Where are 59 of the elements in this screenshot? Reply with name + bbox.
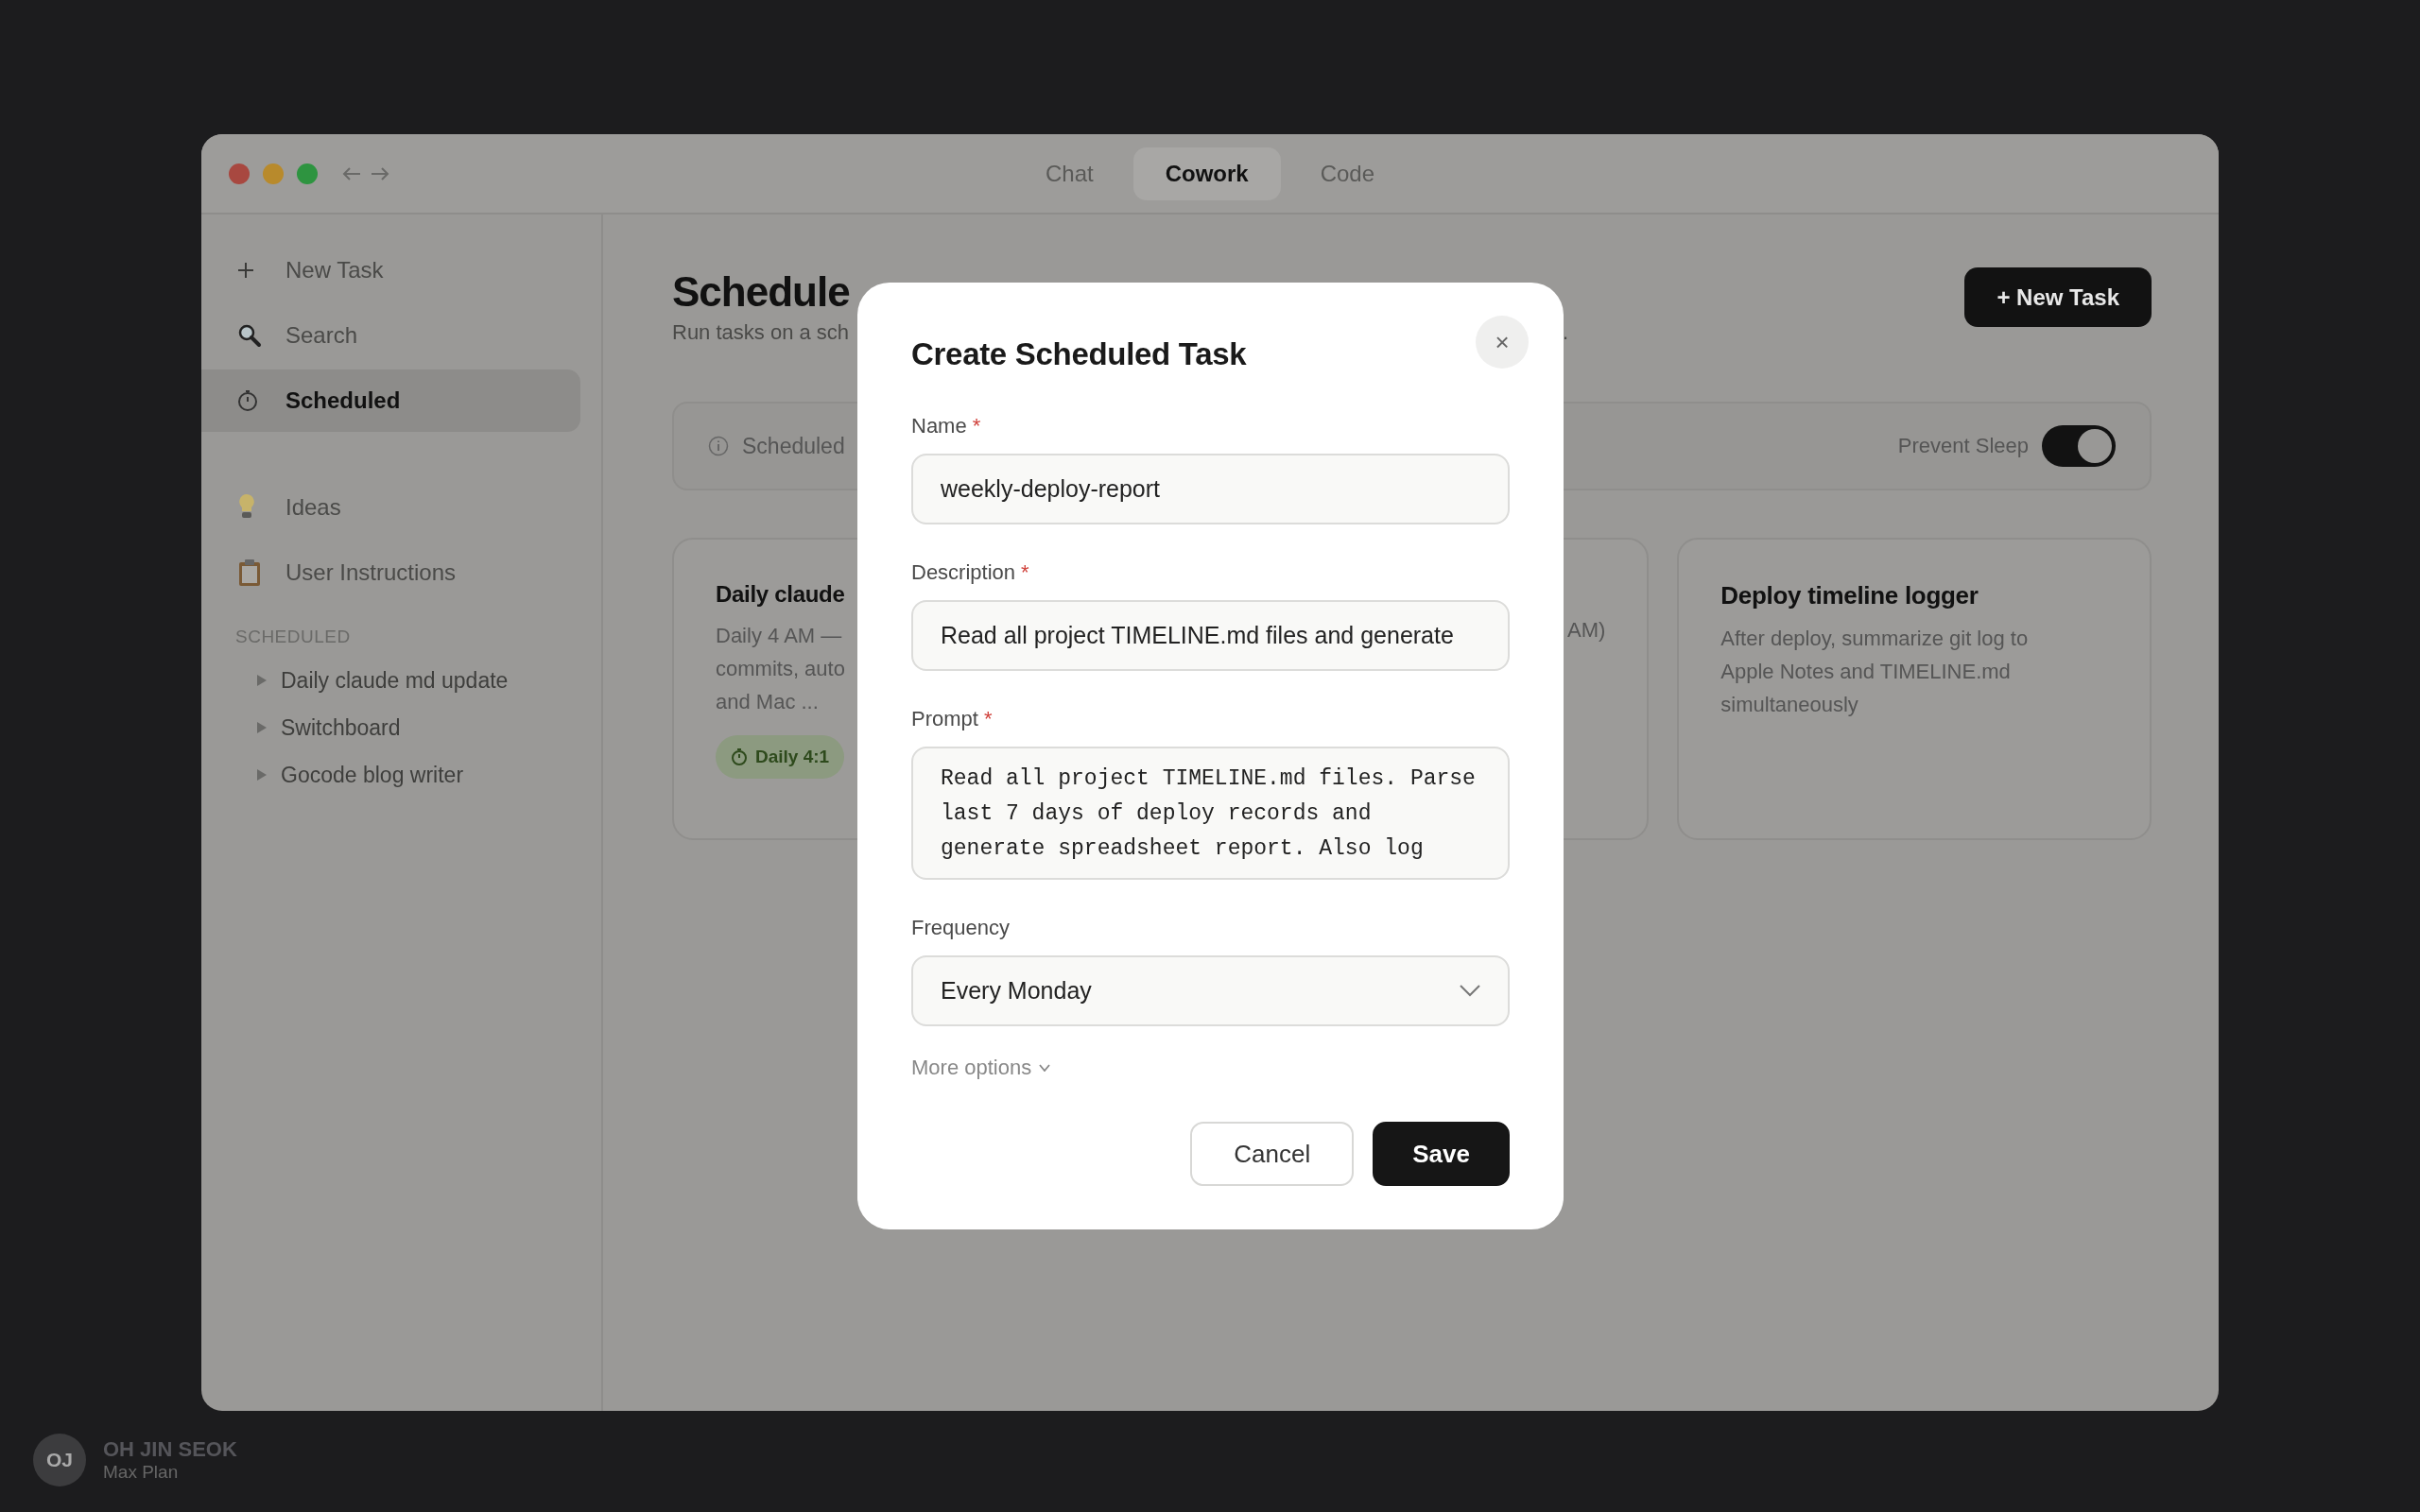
chevron-down-icon [1460,985,1480,997]
minimize-window-button[interactable] [263,163,284,184]
card-description: After deploy, summarize git log to Apple Notes and TIMELINE.md simultaneously [1720,626,2030,718]
sidebar-item[interactable]: Ideas [201,476,580,539]
info-text: Scheduled [742,433,845,459]
field-label: Frequency [911,916,1010,940]
frequency-dropdown[interactable]: Every Monday [911,955,1510,1026]
card-description: AM) [1567,617,1606,644]
avatar[interactable]: OJ [33,1434,86,1486]
close-button[interactable]: × [1476,316,1529,369]
toggle-label: Prevent Sleep [1897,434,2029,458]
magnifier-icon [237,323,262,348]
tree-item[interactable]: Switchboard [201,704,601,751]
tree-item[interactable]: Gocode blog writer [201,751,601,799]
tab[interactable]: Code [1288,147,1408,200]
cancel-button[interactable]: Cancel [1190,1122,1355,1186]
forward-arrow-icon[interactable] [371,165,389,181]
field-label: Prompt [911,707,978,731]
card-description: and Mac ... [716,689,819,715]
back-arrow-icon[interactable] [342,165,361,181]
toggle-switch[interactable] [2042,425,2116,467]
task-card[interactable]: Deploy timeline logger After deploy, summarize git log to Apple Notes and TIMELINE.md simultaneously [1677,538,2152,840]
page-subtitle: Run tasks on a sch [672,320,850,345]
schedule-badge: Daily 4:1 [716,735,845,779]
sidebar-item[interactable]: User Instructions [201,541,580,604]
user-name: OH JIN SEOK [103,1437,237,1462]
info-icon [708,436,729,456]
stopwatch-icon [731,747,748,766]
stopwatch-icon [237,389,258,412]
required-mark: * [972,414,981,438]
close-window-button[interactable] [229,163,250,184]
field-label: Description [911,560,1016,585]
page-subtitle: . [1562,320,1568,345]
plan-label: Max Plan [103,1462,180,1483]
required-mark: * [1021,560,1029,585]
caret-icon [1039,1064,1051,1072]
page-title: Schedule [672,267,850,317]
field-label: Name [911,414,967,438]
card-description: Daily 4 AM — [716,623,842,649]
plus-icon [237,262,254,279]
text-field[interactable]: weekly-deploy-report [911,454,1510,524]
new-task-button[interactable]: + New Task [1964,267,2152,327]
dialog-title: Create Scheduled Task [911,335,1247,373]
card-title: Deploy timeline logger [1720,581,1979,610]
card-description: commits, auto [716,656,845,682]
sidebar-item[interactable]: New Task [201,239,580,301]
prompt-field[interactable]: Read all project TIMELINE.md files. Parse last 7 days of deploy records and generate spreadsheet report. Also log [911,747,1510,880]
save-button[interactable]: Save [1373,1122,1510,1186]
card-title: Daily claude [716,581,846,608]
zoom-window-button[interactable] [297,163,318,184]
tree-item[interactable]: Daily claude md update [201,657,601,704]
required-mark: * [983,707,993,731]
more-options-link[interactable]: More options [911,1056,1032,1080]
sidebar-item[interactable]: Scheduled [201,369,580,432]
tab[interactable]: Chat [1012,147,1126,200]
clipboard-icon [237,558,262,587]
sidebar-item[interactable]: Search [201,304,580,367]
tab[interactable]: Cowork [1132,147,1281,200]
text-field[interactable]: Read all project TIMELINE.md files and generate [911,600,1510,671]
